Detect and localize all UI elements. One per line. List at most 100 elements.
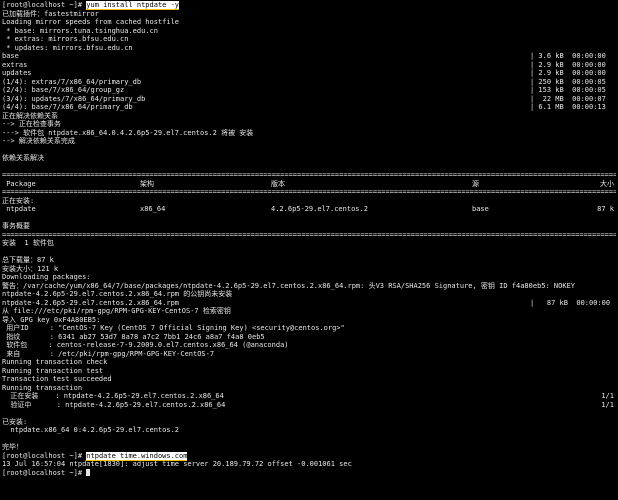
output-text: ---> 软件包 ntpdate.x86_64.0.4.2.6p5-29.el7… — [2, 128, 254, 137]
terminal-line: 事务概要 — [2, 222, 616, 231]
col-arch: x86_64 — [140, 205, 166, 213]
col-arch: 架构 — [140, 179, 154, 188]
terminal-line: ntpdate.x86_64 0:4.2.6p5-29.el7.centos.2 — [2, 426, 616, 435]
terminal-line: [root@localhost ~]# — [2, 468, 616, 478]
terminal-line: 用户ID : "CentOS-7 Key (CentOS 7 Official … — [2, 324, 616, 333]
terminal-line: ========================================… — [2, 231, 616, 240]
output-text: 总下载量：87 k — [2, 256, 54, 264]
terminal-line: (4/4): base/7/x86_64/primary_db | 6.1 MB … — [2, 103, 616, 112]
output-text: * updates: mirrors.bfsu.edu.cn — [2, 43, 133, 52]
terminal-line: 导入 GPG key 0xF4A80EB5: — [2, 316, 616, 325]
output-text: 来自 : /etc/pki/rpm-gpg/RPM-GPG-KEY-CentOS… — [2, 349, 215, 358]
terminal-line: [root@localhost ~]# ntpdate time.windows… — [2, 451, 616, 461]
terminal-line: (1/4): extras/7/x86_64/primary_db | 250 k… — [2, 78, 616, 87]
col-package: Package — [2, 179, 36, 188]
terminal-line: 安装 1 软件包 — [2, 239, 616, 248]
col-version: 4.2.6p5-29.el7.centos.2 — [271, 205, 368, 213]
repo-stats: | 6.1 MB 00:00:13 — [530, 103, 606, 111]
terminal-line: 安装大小：121 k — [2, 265, 616, 274]
col-version: 版本 — [271, 179, 285, 188]
terminal-line: 验证中 : ntpdate-4.2.6p5-29.el7.centos.2.x8… — [2, 401, 616, 410]
terminal-line: * extras: mirrors.bfsu.edu.cn — [2, 35, 616, 44]
terminal-line: 从 file:///etc/pki/rpm-gpg/RPM-GPG-KEY-Ce… — [2, 307, 616, 316]
output-text: 事务概要 — [2, 222, 30, 230]
col-package: ntpdate — [2, 205, 36, 213]
terminal-line: 指纹 : 6341 ab27 53d7 8a78 a7c2 7bb1 24c6 … — [2, 333, 616, 342]
terminal-line: ========================================… — [2, 171, 616, 180]
terminal-line: ---> 软件包 ntpdate.x86_64.0.4.2.6p5-29.el7… — [2, 129, 616, 138]
output-text: ntpdate-4.2.6p5-29.el7.centos.2.x86_64.r… — [2, 290, 233, 298]
output-text: 13 Jul 16:57:04 ntpdate[1830]: adjust ti… — [2, 460, 352, 468]
output-text: ntpdate.x86_64 0:4.2.6p5-29.el7.centos.2 — [2, 426, 180, 434]
terminal-line: ========================================… — [2, 188, 616, 197]
terminal-line: --> 解决依赖关系完成 — [2, 137, 616, 146]
terminal-line: ntpdate-4.2.6p5-29.el7.centos.2.x86_64.r… — [2, 299, 616, 308]
output-text: 依赖关系解决 — [2, 154, 44, 162]
col-size: 87 k — [597, 205, 614, 213]
col-repo: base — [472, 205, 489, 213]
terminal-line: Running transaction check — [2, 358, 616, 367]
terminal-line: 已安装: — [2, 418, 616, 427]
output-text: 已安装: — [2, 417, 28, 426]
output-text: 正在安装: — [2, 196, 35, 205]
output-text: 从 file:///etc/pki/rpm-gpg/RPM-GPG-KEY-Ce… — [2, 307, 231, 315]
output-text: --> 解决依赖关系完成 — [2, 137, 75, 145]
step-count: 1/1 — [601, 400, 614, 409]
repo-name: (3/4): updates/7/x86_64/primary_db — [2, 94, 146, 103]
repo-stats: | 2.9 kB 00:00:00 — [530, 69, 606, 77]
terminal-line: Running transaction test — [2, 367, 616, 376]
repo-name: base — [2, 52, 19, 60]
output-text: 用户ID : "CentOS-7 Key (CentOS 7 Official … — [2, 324, 345, 332]
terminal-line: updates | 2.9 kB 00:00:00 — [2, 69, 616, 78]
output-text: Running transaction check — [2, 358, 108, 366]
terminal-line: (2/4): base/7/x86_64/group_gz | 153 kB 00… — [2, 86, 616, 95]
output-text: 指纹 : 6341 ab27 53d7 8a78 a7c2 7bb1 24c6 … — [2, 332, 265, 341]
repo-name: (2/4): base/7/x86_64/group_gz — [2, 86, 125, 94]
shell-prompt: [root@localhost ~]# — [2, 1, 87, 9]
terminal-line: 完毕！ — [2, 443, 616, 452]
terminal-line: Downloading packages: — [2, 273, 616, 282]
repo-name: updates — [2, 69, 32, 77]
terminal-line: 来自 : /etc/pki/rpm-gpg/RPM-GPG-KEY-CentOS… — [2, 350, 616, 359]
terminal-line: 13 Jul 16:57:04 ntpdate[1830]: adjust ti… — [2, 460, 616, 469]
output-text: 完毕！ — [2, 443, 23, 451]
terminal-line: * updates: mirrors.bfsu.edu.cn — [2, 44, 616, 53]
terminal-line: --> 正在检查事务 — [2, 120, 616, 129]
terminal-line: 依赖关系解决 — [2, 154, 616, 163]
output-text: Transaction test succeeded — [2, 375, 112, 383]
output-text: 软件包 : centos-release-7-9.2009.0.el7.cent… — [2, 341, 289, 349]
terminal-line: 正在解决依赖关系 — [2, 112, 616, 121]
transaction-step: 验证中 : ntpdate-4.2.6p5-29.el7.centos.2.x8… — [2, 400, 226, 409]
output-text: 警告：/var/cache/yum/x86_64/7/base/packages… — [2, 281, 576, 290]
separator-rule: ========================================… — [2, 188, 616, 196]
output-text: * extras: mirrors.bfsu.edu.cn — [2, 35, 129, 43]
package-stats: | 87 kB 00:00:00 — [530, 298, 611, 307]
terminal-line: 软件包 : centos-release-7-9.2009.0.el7.cent… — [2, 341, 616, 350]
terminal-line: ntpdate x86_64 4.2.6p5-29.el7.centos.2 base… — [2, 205, 616, 214]
terminal-line: extras | 2.9 kB 00:00:00 — [2, 61, 616, 70]
repo-stats: | 2.9 kB 00:00:00 — [530, 60, 606, 69]
repo-name: extras — [2, 60, 28, 69]
terminal-window[interactable]: [root@localhost ~]# yum install ntpdate … — [0, 0, 618, 500]
repo-name: (1/4): extras/7/x86_64/primary_db — [2, 77, 142, 86]
terminal-line: [root@localhost ~]# yum install ntpdate … — [2, 1, 616, 10]
terminal-line: 正在安装: — [2, 197, 616, 206]
output-text: Loading mirror speeds from cached hostfi… — [2, 18, 180, 26]
step-count: 1/1 — [601, 392, 614, 400]
terminal-line: 总下载量：87 k — [2, 256, 616, 265]
separator-rule: ========================================… — [2, 171, 616, 179]
output-text: 导入 GPG key 0xF4A80EB5: — [2, 315, 101, 324]
separator-rule: ========================================… — [2, 230, 616, 239]
output-text: * base: mirrors.tuna.tsinghua.edu.cn — [2, 26, 158, 35]
output-text: 已加载插件：fastestmirror — [2, 9, 99, 18]
output-text: Running transaction test — [2, 366, 104, 375]
repo-stats: | 3.6 kB 00:00:00 — [530, 52, 606, 60]
terminal-line: ntpdate-4.2.6p5-29.el7.centos.2.x86_64.r… — [2, 290, 616, 299]
text-cursor[interactable] — [86, 468, 91, 476]
output-text: Running transaction — [2, 383, 83, 392]
